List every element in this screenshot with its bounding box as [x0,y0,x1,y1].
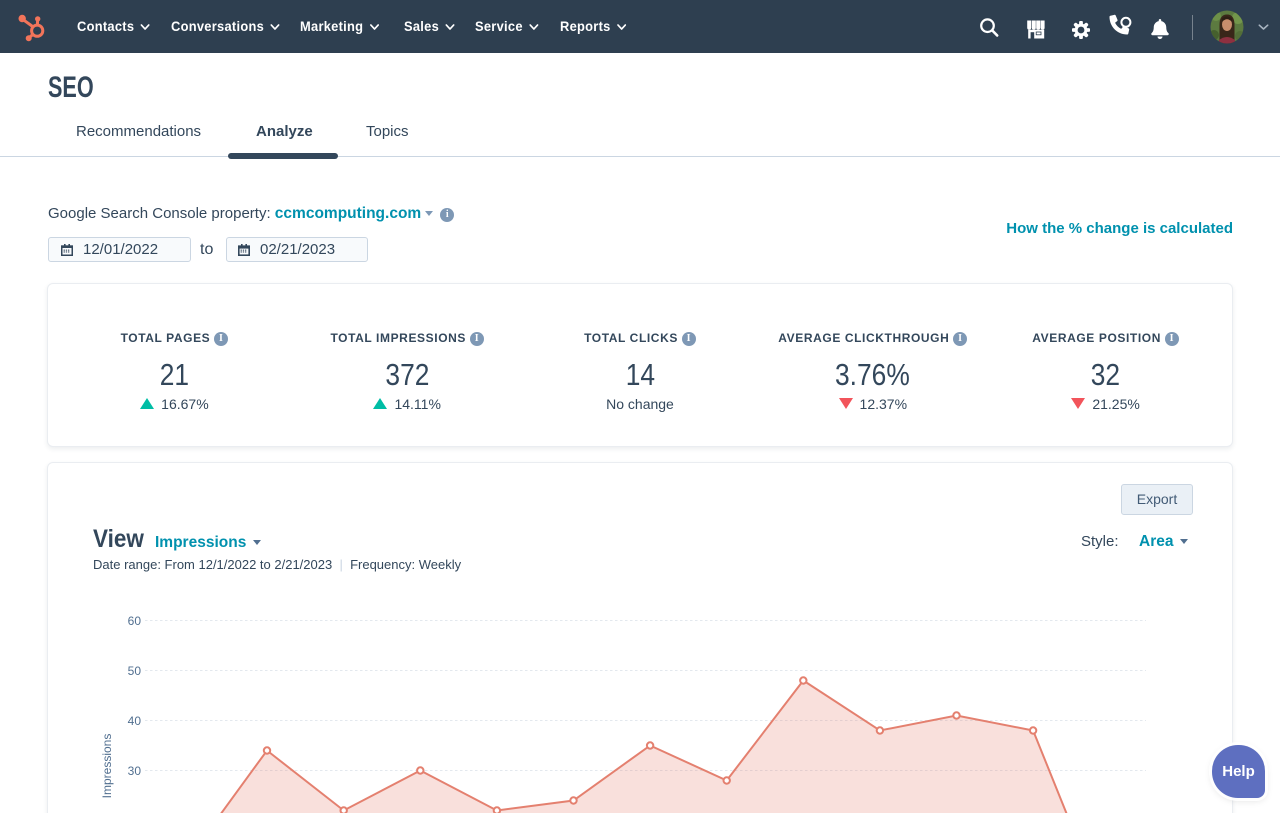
svg-text:50: 50 [128,664,142,678]
svg-text:30: 30 [128,764,142,778]
svg-text:60: 60 [128,614,142,628]
svg-text:Impressions: Impressions [100,734,114,799]
svg-text:40: 40 [128,714,142,728]
